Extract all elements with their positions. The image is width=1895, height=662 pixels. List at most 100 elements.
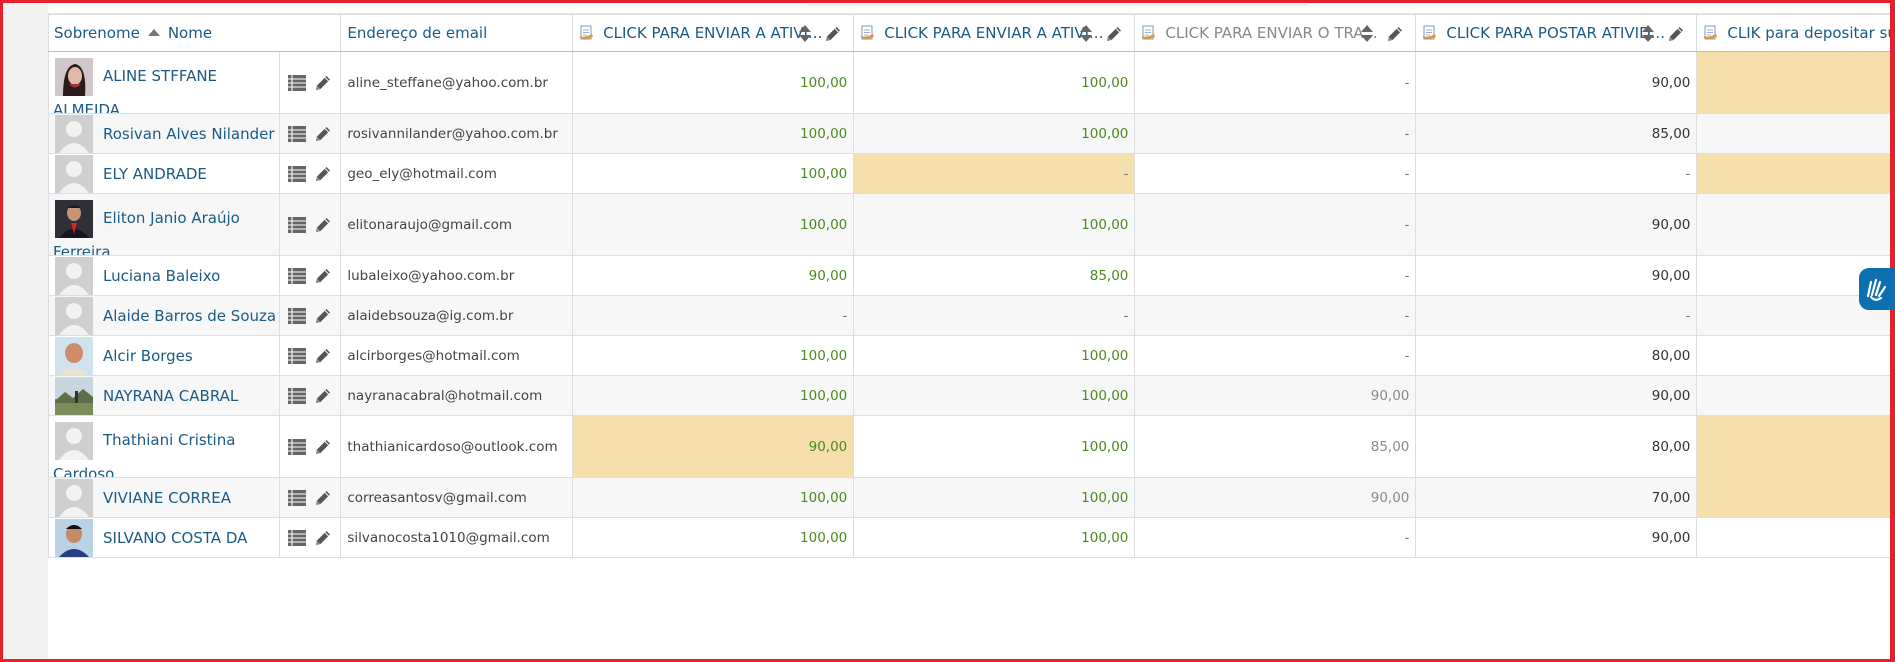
- accessibility-button[interactable]: [1859, 268, 1895, 310]
- edit-pencil-icon[interactable]: [1385, 24, 1405, 44]
- sort-updown-icon[interactable]: [1361, 24, 1374, 44]
- student-name-link[interactable]: ELY ANDRADE FERREIRA: [103, 157, 278, 193]
- grade-cell[interactable]: [1696, 517, 1895, 558]
- student-name-line1[interactable]: ELY ANDRADE FERREIRA: [103, 165, 207, 193]
- student-name-line1[interactable]: Thathiani Cristina Cardoso: [53, 431, 235, 477]
- student-name-line1[interactable]: SILVANO COSTA DA SILVA: [103, 529, 247, 557]
- grade-cell[interactable]: 90,00: [1415, 255, 1698, 296]
- grade-analysis-icon[interactable]: [287, 216, 307, 234]
- student-name-line1[interactable]: NAYRANA CABRAL: [103, 387, 238, 405]
- grade-analysis-icon[interactable]: [287, 74, 307, 92]
- grade-cell[interactable]: 100,00: [853, 477, 1136, 518]
- grade-cell[interactable]: 100,00: [853, 375, 1136, 416]
- grade-cell[interactable]: 100,00: [572, 517, 855, 558]
- grade-cell[interactable]: -: [1134, 193, 1417, 256]
- grade-cell[interactable]: 70,00: [1415, 477, 1698, 518]
- grade-cell[interactable]: 90,00: [1415, 51, 1698, 114]
- grade-cell[interactable]: 100,00: [853, 193, 1136, 256]
- grade-cell[interactable]: [1696, 335, 1895, 376]
- student-name-link[interactable]: Luciana Baleixo: [103, 259, 220, 293]
- grade-cell[interactable]: -: [1415, 295, 1698, 336]
- grade-cell[interactable]: 100,00: [572, 477, 855, 518]
- avatar[interactable]: [55, 154, 93, 193]
- grade-analysis-icon[interactable]: [287, 529, 307, 547]
- activity-link[interactable]: CLICK PARA ENVIAR A ATIVI...: [884, 24, 1103, 42]
- edit-pencil-icon[interactable]: [313, 124, 335, 144]
- grade-analysis-icon[interactable]: [287, 387, 307, 405]
- edit-pencil-icon[interactable]: [313, 488, 335, 508]
- student-name-link[interactable]: Rosivan Alves Nilander: [103, 117, 275, 151]
- grade-cell[interactable]: -: [1134, 153, 1417, 194]
- grade-cell[interactable]: 90,00: [1415, 517, 1698, 558]
- student-name-link[interactable]: Eliton Janio Araújo Ferreira: [53, 201, 240, 255]
- grade-cell[interactable]: 100,00: [853, 335, 1136, 376]
- student-name-line2[interactable]: Ferreira: [53, 243, 111, 255]
- grade-cell[interactable]: -: [1415, 153, 1698, 194]
- grade-cell[interactable]: [1696, 153, 1895, 194]
- student-name-line1[interactable]: Alcir Borges: [103, 347, 193, 365]
- grade-cell[interactable]: 100,00: [853, 113, 1136, 154]
- avatar[interactable]: [55, 478, 93, 517]
- avatar[interactable]: [55, 114, 93, 153]
- avatar[interactable]: [55, 336, 93, 375]
- grade-cell[interactable]: 100,00: [572, 193, 855, 256]
- sort-asc-icon[interactable]: [147, 29, 160, 36]
- grade-cell[interactable]: 100,00: [572, 335, 855, 376]
- student-name-line1[interactable]: Rosivan Alves Nilander: [103, 125, 275, 143]
- sort-updown-icon[interactable]: [1642, 24, 1655, 44]
- grade-cell[interactable]: -: [1134, 295, 1417, 336]
- grade-cell[interactable]: 100,00: [853, 517, 1136, 558]
- edit-pencil-icon[interactable]: [1666, 24, 1686, 44]
- sort-updown-icon[interactable]: [799, 24, 812, 44]
- grade-analysis-icon[interactable]: [287, 125, 307, 143]
- edit-pencil-icon[interactable]: [313, 73, 335, 93]
- avatar[interactable]: [55, 256, 93, 295]
- grade-cell[interactable]: 100,00: [572, 113, 855, 154]
- grade-cell[interactable]: 90,00: [572, 255, 855, 296]
- grade-cell[interactable]: 80,00: [1415, 415, 1698, 478]
- student-name-link[interactable]: NAYRANA CABRAL: [103, 379, 238, 413]
- grade-cell[interactable]: -: [1134, 255, 1417, 296]
- edit-pencil-icon[interactable]: [1104, 24, 1124, 44]
- student-name-link[interactable]: SILVANO COSTA DA SILVA: [103, 521, 278, 557]
- edit-pencil-icon[interactable]: [313, 346, 335, 366]
- edit-pencil-icon[interactable]: [313, 528, 335, 548]
- student-name-line1[interactable]: Luciana Baleixo: [103, 267, 220, 285]
- student-name-link[interactable]: ALINE STFFANE ALMEIDADA SILVA: [53, 59, 278, 113]
- grade-cell[interactable]: 90,00: [1415, 193, 1698, 256]
- grade-cell[interactable]: 100,00: [572, 51, 855, 114]
- avatar[interactable]: [55, 376, 93, 415]
- grade-analysis-icon[interactable]: [287, 438, 307, 456]
- grade-analysis-icon[interactable]: [287, 307, 307, 325]
- grade-cell[interactable]: -: [572, 295, 855, 336]
- student-name-link[interactable]: VIVIANE CORREA SANTOS: [103, 481, 278, 517]
- grade-cell[interactable]: 85,00: [1415, 113, 1698, 154]
- grade-cell[interactable]: 90,00: [1134, 375, 1417, 416]
- grade-cell[interactable]: 100,00: [853, 51, 1136, 114]
- grade-cell[interactable]: 100,00: [853, 415, 1136, 478]
- edit-pencil-icon[interactable]: [313, 306, 335, 326]
- grade-cell[interactable]: -: [853, 153, 1136, 194]
- sort-name-link[interactable]: Nome: [168, 24, 212, 42]
- student-name-line1[interactable]: ALINE STFFANE ALMEIDA: [53, 67, 217, 113]
- edit-pencil-icon[interactable]: [313, 215, 335, 235]
- grade-cell[interactable]: [1696, 51, 1895, 114]
- activity-link[interactable]: CLICK PARA ENVIAR O TRA...: [1165, 24, 1377, 42]
- email-header-label[interactable]: Endereço de email: [347, 24, 487, 42]
- student-name-link[interactable]: Alcir Borges: [103, 339, 193, 373]
- grade-analysis-icon[interactable]: [287, 165, 307, 183]
- grade-cell[interactable]: -: [1134, 113, 1417, 154]
- student-name-line1[interactable]: Alaide Barros de Souza: [103, 307, 276, 325]
- student-name-line1[interactable]: VIVIANE CORREA SANTOS: [103, 489, 231, 517]
- student-name-link[interactable]: Thathiani Cristina CardosoRodrigues: [53, 423, 278, 477]
- edit-pencil-icon[interactable]: [313, 437, 335, 457]
- sort-surname-link[interactable]: Sobrenome: [54, 24, 140, 42]
- grade-cell[interactable]: [1696, 477, 1895, 518]
- edit-pencil-icon[interactable]: [823, 24, 843, 44]
- activity-link[interactable]: CLICK PARA ENVIAR A ATIVI...: [603, 24, 822, 42]
- edit-pencil-icon[interactable]: [313, 164, 335, 184]
- avatar[interactable]: [55, 296, 93, 335]
- grade-cell[interactable]: -: [1134, 517, 1417, 558]
- grade-analysis-icon[interactable]: [287, 347, 307, 365]
- grade-cell[interactable]: [1696, 415, 1895, 478]
